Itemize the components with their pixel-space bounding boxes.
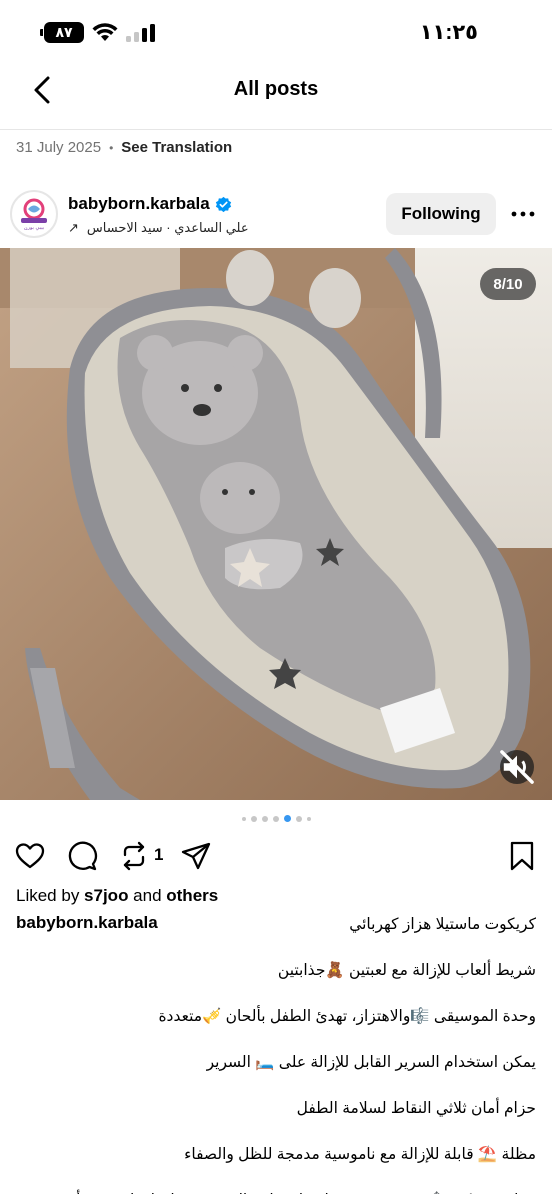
post-media[interactable]: 8/10 [0, 248, 552, 800]
carousel-dot [272, 815, 279, 822]
baby-bouncer-photo [0, 248, 552, 800]
post-username[interactable]: babyborn.karbala [68, 194, 232, 214]
carousel-dot-active [283, 815, 291, 822]
status-time: ١١:٢٥ [419, 21, 478, 44]
post-caption: كريكوت ماستيلا هزاز كهربائي شريط ألعاب ل… [16, 902, 536, 1194]
post-header: بيبي بورن babyborn.karbala ↗ علي الساعدي… [0, 184, 552, 244]
username-text: babyborn.karbala [68, 194, 210, 213]
carousel-dot [306, 816, 311, 821]
carousel-dot [250, 815, 257, 822]
verified-badge-icon [215, 196, 231, 212]
share-icon[interactable] [180, 840, 212, 872]
caption-line: شريط ألعاب للإزالة مع لعبتين 🧸جذابتين [277, 962, 536, 979]
post-actions: 1 [0, 838, 552, 874]
post-meta-row: 31 July 2025 • See Translation [16, 139, 232, 156]
meta-separator: • [109, 140, 114, 155]
caption-line: يمكن استخدام السرير القابل للإزالة على 🛏… [206, 1054, 536, 1071]
carousel-pagination [0, 815, 552, 822]
speaker-muted-icon [500, 750, 534, 784]
media-counter: 8/10 [480, 268, 536, 300]
battery-level: ٨٧ [55, 24, 73, 40]
wifi-icon [92, 23, 118, 41]
following-button[interactable]: Following [386, 193, 496, 235]
caption-line: مظلة ⛱️ قابلة للإزالة مع ناموسية مدمجة ل… [184, 1146, 536, 1163]
carousel-dot [295, 815, 302, 822]
audio-attribution[interactable]: ↗ علي الساعدي · سيد الاحساس [68, 220, 249, 236]
audio-arrow-icon: ↗ [68, 220, 79, 235]
page-title: All posts [233, 78, 319, 100]
mute-toggle[interactable] [500, 750, 534, 784]
carousel-dot [261, 815, 268, 822]
brand-logo-icon: بيبي بورن [15, 195, 53, 233]
repost-count: 1 [154, 845, 164, 864]
caption-line: جوانب شبكية 🕸️ فريدة من نوعها تبطئ راحة … [16, 1178, 536, 1194]
comment-icon[interactable] [66, 840, 98, 872]
repost-icon[interactable] [118, 840, 150, 872]
cellular-signal-icon [126, 24, 156, 42]
status-bar: ٨٧ ١١:٢٥ [0, 0, 552, 62]
caption-line: كريكوت ماستيلا هزاز كهربائي [349, 916, 536, 933]
caption-line: حزام أمان ثلاثي النقاط لسلامة الطفل [296, 1100, 536, 1117]
avatar[interactable]: بيبي بورن [10, 190, 58, 238]
audio-text: علي الساعدي · سيد الاحساس [86, 220, 249, 235]
battery-icon: ٨٧ [40, 22, 84, 43]
nav-header: All posts [0, 62, 552, 118]
bookmark-icon[interactable] [506, 840, 538, 872]
carousel-dot [241, 816, 246, 821]
caption-line: وحدة الموسيقى 🎼والاهتزاز، تهدئ الطفل بأل… [158, 1008, 536, 1025]
avatar-brand-text: بيبي بورن [24, 225, 44, 231]
more-options-icon[interactable] [510, 206, 536, 222]
see-translation-link[interactable]: See Translation [121, 139, 232, 156]
heart-icon[interactable] [14, 840, 46, 872]
post-date: 31 July 2025 [16, 139, 102, 156]
header-divider [0, 129, 552, 130]
